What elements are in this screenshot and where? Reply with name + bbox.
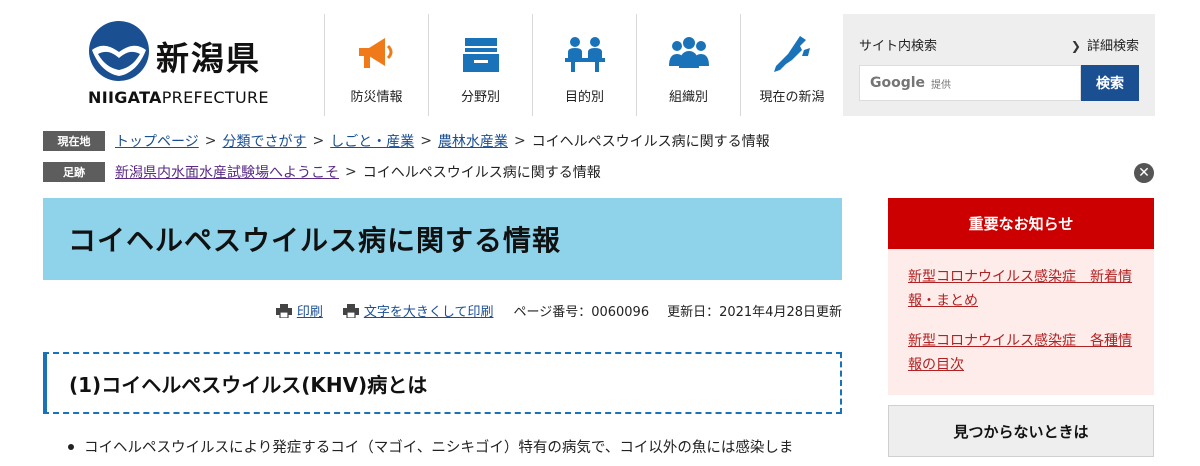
search-button[interactable]: 検索	[1081, 65, 1139, 101]
breadcrumb-separator: >	[420, 133, 432, 149]
logo-english: NIIGATAPREFECTURE	[88, 88, 269, 107]
notice-body: 新型コロナウイルス感染症 新着情報・まとめ 新型コロナウイルス感染症 各種情報の…	[888, 249, 1154, 395]
title-banner: コイヘルペスウイルス病に関する情報	[43, 198, 842, 280]
breadcrumb: 現在地 トップページ > 分類でさがす > しごと・産業 > 農林水産業 > コ…	[43, 130, 770, 152]
megaphone-icon	[353, 30, 401, 78]
page-title: コイヘルペスウイルス病に関する情報	[68, 224, 562, 257]
breadcrumb-separator: >	[345, 164, 357, 180]
print-large-button[interactable]: 文字を大きくして印刷	[342, 301, 494, 320]
breadcrumb-link-agriculture[interactable]: 農林水産業	[438, 131, 508, 151]
breadcrumb-link-work[interactable]: しごと・産業	[330, 131, 414, 151]
notice-link-covid-news[interactable]: 新型コロナウイルス感染症 新着情報・まとめ	[908, 265, 1134, 313]
google-provided-label: 提供	[931, 79, 952, 91]
breadcrumb-separator: >	[312, 133, 325, 149]
footprint-tag: 足跡	[43, 162, 105, 182]
site-logo[interactable]: 新潟県 NIIGATAPREFECTURE	[84, 18, 274, 113]
group-people-icon	[665, 30, 713, 78]
site-header: 新潟県 NIIGATAPREFECTURE 防災情報 分野別 目的別 組織別 現…	[0, 0, 1200, 118]
bullet-icon	[68, 443, 74, 450]
printer-icon	[342, 303, 359, 318]
notice-heading: 重要なお知らせ	[888, 198, 1154, 249]
nav-by-purpose[interactable]: 目的別	[532, 14, 636, 116]
printer-icon	[275, 303, 292, 318]
logo-english-bold: NIIGATA	[88, 88, 162, 107]
page-tools: 印刷 文字を大きくして印刷 ページ番号：0060096 更新日：2021年4月2…	[275, 301, 842, 320]
section-title: (1)コイヘルペスウイルス(KHV)病とは	[69, 372, 428, 397]
footprint-trail: 足跡 新潟県内水面水産試験場へようこそ > コイヘルペスウイルス病に関する情報	[43, 161, 601, 183]
print-button[interactable]: 印刷	[275, 301, 323, 320]
advanced-search-link[interactable]: ❯ 詳細検索	[1071, 35, 1139, 54]
breadcrumb-separator: >	[513, 133, 526, 149]
nav-label: 防災情報	[350, 90, 403, 105]
list-item: コイヘルペスウイルスにより発症するコイ（マゴイ、ニシキゴイ）特有の病気で、コイ以…	[68, 436, 848, 457]
nav-by-field[interactable]: 分野別	[428, 14, 532, 116]
counter-people-icon	[561, 30, 609, 78]
nav-niigata-now[interactable]: 現在の新潟	[740, 14, 844, 116]
print-large-label: 文字を大きくして印刷	[363, 305, 494, 320]
breadcrumb-link-category[interactable]: 分類でさがす	[222, 131, 306, 151]
close-icon[interactable]: ✕	[1134, 163, 1154, 183]
nav-label: 現在の新潟	[759, 90, 825, 105]
breadcrumb-link-top[interactable]: トップページ	[115, 131, 199, 151]
logo-english-light: PREFECTURE	[161, 88, 269, 107]
page-number: ページ番号：0060096	[513, 305, 650, 320]
not-found-button[interactable]: 見つからないときは	[888, 405, 1154, 457]
file-box-icon	[457, 30, 505, 78]
logo-japanese: 新潟県	[156, 39, 261, 78]
niigata-emblem-icon	[89, 21, 149, 81]
important-notice-panel: 重要なお知らせ 新型コロナウイルス感染症 新着情報・まとめ 新型コロナウイルス感…	[888, 198, 1154, 395]
updated-date: 更新日：2021年4月28日更新	[667, 305, 842, 320]
nav-label: 目的別	[564, 90, 604, 105]
advanced-search-label: 詳細検索	[1086, 39, 1139, 54]
site-search-panel: サイト内検索 ❯ 詳細検索 Google 提供 検索	[843, 14, 1155, 116]
nav-disaster-info[interactable]: 防災情報	[324, 14, 428, 116]
list-item-text: コイヘルペスウイルスにより発症するコイ（マゴイ、ニシキゴイ）特有の病気で、コイ以…	[84, 440, 794, 456]
breadcrumb-current-page: コイヘルペスウイルス病に関する情報	[531, 134, 770, 150]
chevron-right-icon: ❯	[1070, 39, 1081, 53]
footprint-link-inland-fisheries[interactable]: 新潟県内水面水産試験場へようこそ	[115, 162, 339, 182]
nav-by-organization[interactable]: 組織別	[636, 14, 740, 116]
breadcrumb-current-tag: 現在地	[43, 131, 105, 151]
nav-label: 分野別	[460, 90, 500, 105]
notice-link-covid-index[interactable]: 新型コロナウイルス感染症 各種情報の目次	[908, 329, 1134, 377]
footprint-current-page: コイヘルペスウイルス病に関する情報	[362, 165, 601, 181]
section-heading-box: (1)コイヘルペスウイルス(KHV)病とは	[43, 352, 842, 414]
breadcrumb-separator: >	[204, 133, 217, 149]
google-label: Google	[870, 75, 926, 91]
print-label: 印刷	[296, 305, 323, 320]
search-input[interactable]: Google 提供	[859, 65, 1081, 101]
niigata-map-icon	[768, 30, 816, 78]
global-nav: 防災情報 分野別 目的別 組織別 現在の新潟	[324, 14, 844, 116]
nav-label: 組織別	[668, 90, 708, 105]
search-title: サイト内検索	[859, 39, 938, 54]
